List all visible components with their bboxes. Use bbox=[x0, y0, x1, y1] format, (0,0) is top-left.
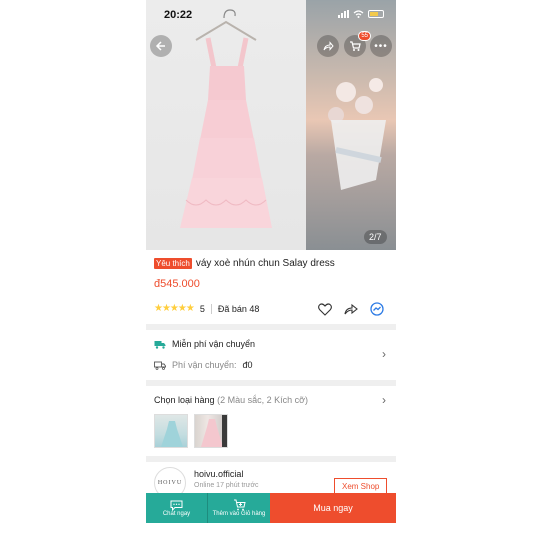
variant-thumbnail[interactable] bbox=[154, 414, 188, 448]
dress-image bbox=[180, 9, 272, 228]
variant-selector[interactable]: Chọn loại hàng (2 Màu sắc, 2 Kích cỡ) bbox=[154, 395, 308, 405]
variant-thumbnail[interactable] bbox=[194, 414, 228, 448]
heart-icon bbox=[318, 302, 332, 316]
favorite-badge: Yêu thích bbox=[154, 258, 192, 269]
shop-online-status: Online 17 phút trước bbox=[194, 482, 259, 489]
section-divider bbox=[146, 324, 396, 330]
truck-icon bbox=[154, 361, 166, 370]
variant-label: Chọn loại hàng bbox=[154, 395, 215, 405]
section-divider bbox=[146, 456, 396, 462]
messenger-icon bbox=[370, 302, 384, 316]
status-time: 20:22 bbox=[164, 9, 193, 21]
shipping-fee-row[interactable]: Phí vận chuyển: đ0 bbox=[154, 360, 253, 370]
shop-name[interactable]: hoivu.official bbox=[194, 469, 243, 479]
back-button[interactable] bbox=[150, 35, 172, 57]
chat-icon bbox=[170, 500, 183, 511]
product-title-row: Yêu thích váy xoè nhún chun Salay dress bbox=[154, 258, 390, 269]
battery-icon bbox=[368, 10, 384, 18]
add-to-cart-button[interactable]: Thêm vào Giỏ hàng bbox=[208, 493, 270, 523]
cart-button[interactable]: 55 bbox=[344, 31, 371, 57]
truck-free-icon bbox=[154, 340, 166, 349]
sold-count: Đã bán 48 bbox=[217, 303, 260, 314]
share-product-button[interactable] bbox=[344, 302, 358, 316]
more-button[interactable]: ••• bbox=[370, 35, 392, 57]
status-icons bbox=[338, 10, 384, 18]
bottom-action-bar: Chat ngay Thêm vào Giỏ hàng Mua ngay bbox=[146, 493, 396, 523]
more-dots-icon: ••• bbox=[374, 40, 388, 52]
messenger-button[interactable] bbox=[370, 302, 384, 316]
chevron-right-icon[interactable]: › bbox=[382, 347, 386, 361]
variant-summary: (2 Màu sắc, 2 Kích cỡ) bbox=[217, 395, 309, 405]
product-actions bbox=[318, 302, 384, 316]
shipping-fee-label: Phí vận chuyển: bbox=[172, 360, 237, 370]
free-shipping-row[interactable]: Miễn phí vận chuyển bbox=[154, 339, 255, 349]
signal-icon bbox=[338, 10, 349, 18]
product-gallery[interactable]: 20:22 55 ••• 2/7 bbox=[146, 0, 396, 250]
arrow-left-icon bbox=[155, 41, 165, 51]
like-button[interactable] bbox=[318, 302, 332, 316]
free-shipping-label: Miễn phí vận chuyển bbox=[172, 339, 256, 349]
product-price: đ545.000 bbox=[154, 278, 200, 290]
buy-now-button[interactable]: Mua ngay bbox=[270, 493, 396, 523]
chat-now-label: Chat ngay bbox=[162, 510, 191, 517]
product-screen: 20:22 55 ••• 2/7 Yêu thích váy xoè nhún c… bbox=[146, 0, 396, 543]
product-image-main[interactable] bbox=[146, 0, 306, 250]
image-counter: 2/7 bbox=[364, 230, 387, 244]
section-divider bbox=[146, 380, 396, 386]
status-bar: 20:22 bbox=[146, 0, 396, 30]
share-arrow-icon bbox=[344, 303, 358, 315]
share-button[interactable] bbox=[317, 35, 339, 57]
variant-blue-dress-image bbox=[161, 421, 183, 447]
add-cart-icon bbox=[233, 499, 246, 511]
chevron-right-icon[interactable]: › bbox=[382, 393, 386, 407]
variant-pink-dress-image bbox=[201, 415, 227, 447]
shipping-fee-value: đ0 bbox=[242, 360, 253, 370]
cart-icon bbox=[350, 41, 361, 51]
shop-avatar-logo: HOIVU bbox=[157, 480, 183, 486]
rating-row[interactable]: ★★★★★ 5 Đã bán 48 bbox=[154, 303, 259, 314]
rating-stars-icon: ★★★★★ bbox=[154, 303, 195, 314]
product-title: váy xoè nhún chun Salay dress bbox=[195, 258, 335, 269]
buy-now-label: Mua ngay bbox=[313, 503, 353, 513]
chat-now-button[interactable]: Chat ngay bbox=[146, 493, 208, 523]
wifi-icon bbox=[353, 10, 364, 18]
cart-count-badge: 55 bbox=[358, 31, 371, 41]
rating-value: 5 bbox=[200, 303, 212, 314]
add-to-cart-label: Thêm vào Giỏ hàng bbox=[212, 511, 266, 517]
share-icon bbox=[323, 41, 334, 51]
